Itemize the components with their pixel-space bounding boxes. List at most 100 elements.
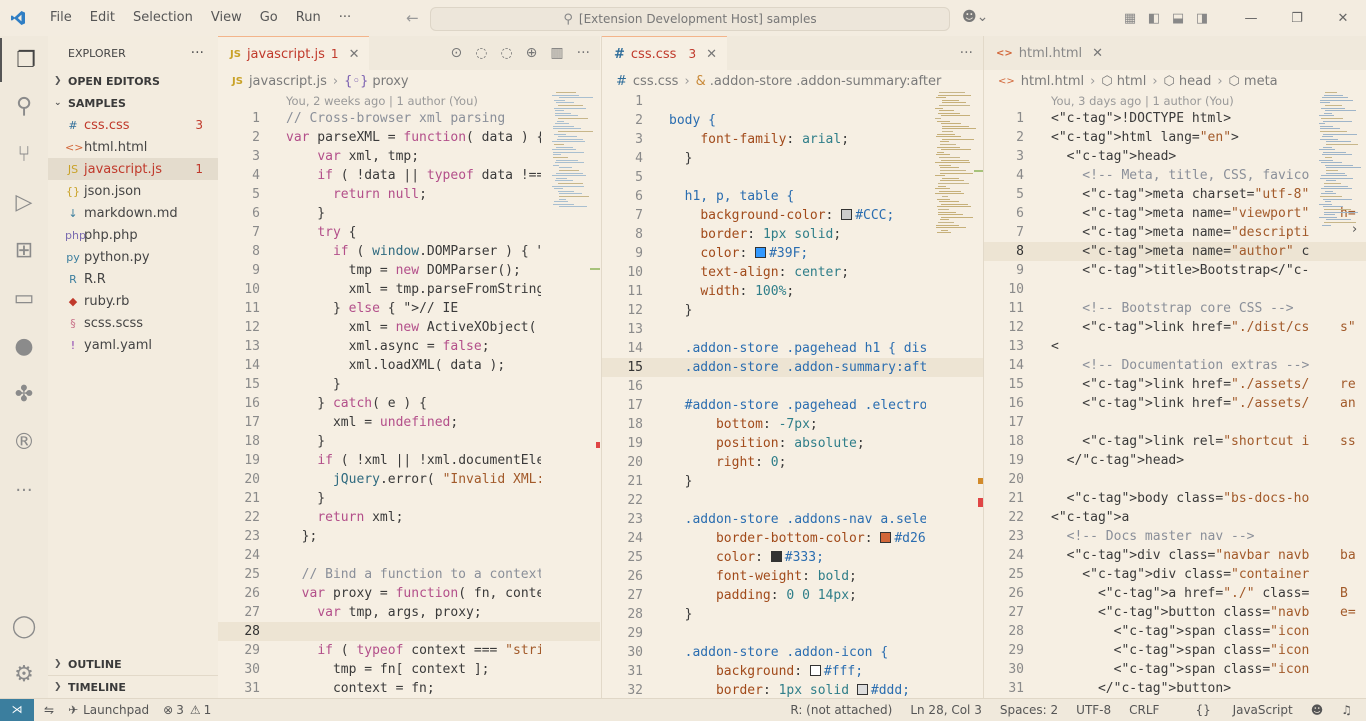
copilot-icon[interactable]: ☻⌄ bbox=[962, 9, 988, 25]
sync-icon[interactable]: ⇋ bbox=[44, 703, 54, 717]
language-mode[interactable]: {} JavaScript bbox=[1177, 703, 1292, 717]
close-icon[interactable]: ✕ bbox=[1320, 11, 1366, 26]
minimap[interactable] bbox=[935, 92, 983, 242]
close-tab-icon[interactable]: ✕ bbox=[349, 47, 360, 62]
account-icon[interactable]: ◯ bbox=[0, 604, 48, 648]
toggle-panel-icon[interactable]: ⬓ bbox=[1166, 11, 1190, 26]
restore-icon[interactable]: ❐ bbox=[1274, 11, 1320, 26]
problems-item[interactable]: ⊗ 3 ⚠ 1 bbox=[163, 703, 211, 717]
file-item[interactable]: ◆ ruby.rb bbox=[48, 290, 218, 312]
file-item[interactable]: {} json.json bbox=[48, 180, 218, 202]
section-outline[interactable]: ❯ OUTLINE bbox=[48, 653, 218, 675]
element-icon: ⬡ bbox=[1228, 73, 1240, 89]
color-swatch[interactable] bbox=[880, 532, 892, 543]
more-actions-icon[interactable]: ··· bbox=[960, 45, 973, 61]
customize-layout-icon[interactable]: ▦ bbox=[1118, 11, 1142, 26]
github-icon[interactable]: ● bbox=[0, 324, 48, 368]
line-ending[interactable]: CRLF bbox=[1129, 703, 1159, 717]
python-icon[interactable]: ✤ bbox=[0, 372, 48, 416]
menu-item[interactable]: Run bbox=[287, 0, 330, 36]
breadcrumb-meta[interactable]: meta bbox=[1244, 74, 1278, 89]
file-item[interactable]: # css.css 3 bbox=[48, 114, 218, 136]
minimap-line bbox=[939, 110, 954, 112]
code-text: border: 1px solid #ddd; bbox=[715, 683, 911, 698]
next-change-icon[interactable]: ◌ bbox=[500, 45, 512, 61]
explorer-icon[interactable]: ❐ bbox=[0, 38, 50, 82]
tab-javascript[interactable]: JS javascript.js 1 ✕ bbox=[218, 36, 370, 71]
minimap-line bbox=[941, 216, 973, 218]
codelens-author[interactable]: You, 3 days ago | 1 author (You) bbox=[984, 92, 1366, 109]
remote-indicator-icon[interactable]: ⋊ bbox=[0, 699, 34, 721]
source-control-icon[interactable]: ⑂ bbox=[0, 132, 48, 176]
color-swatch[interactable] bbox=[809, 665, 821, 676]
previous-change-icon[interactable]: ◌ bbox=[475, 45, 487, 61]
minimap-line bbox=[938, 211, 956, 213]
launchpad-item[interactable]: ✈ Launchpad bbox=[68, 703, 149, 717]
minimize-icon[interactable]: — bbox=[1228, 11, 1274, 26]
breadcrumb-symbol[interactable]: proxy bbox=[372, 74, 408, 89]
codelens-author[interactable]: You, 2 weeks ago | 1 author (You) bbox=[218, 92, 600, 109]
split-editor-icon[interactable]: ▥ bbox=[550, 45, 563, 61]
menu-item[interactable]: Go bbox=[251, 0, 287, 36]
close-tab-icon[interactable]: ✕ bbox=[1092, 46, 1103, 61]
toggle-sidebar-icon[interactable]: ◧ bbox=[1142, 11, 1166, 26]
menu-item[interactable]: ··· bbox=[330, 0, 360, 36]
minimap-line bbox=[1325, 201, 1331, 203]
more-actions-icon[interactable]: ··· bbox=[191, 45, 204, 61]
search-icon[interactable]: ⚲ bbox=[0, 84, 48, 128]
breadcrumb: <> html.html › ⬡ html › ⬡ head › ⬡ meta bbox=[984, 70, 1366, 92]
git-graph-icon[interactable]: ⊕ bbox=[526, 45, 538, 61]
r-icon[interactable]: ® bbox=[0, 420, 48, 464]
tab-html[interactable]: <> html.html ✕ bbox=[984, 36, 1114, 70]
file-item[interactable]: R R.R bbox=[48, 268, 218, 290]
copilot-status-icon[interactable]: ☻ bbox=[1311, 703, 1324, 717]
tab-css[interactable]: # css.css 3 ✕ bbox=[602, 36, 727, 71]
code-editor[interactable]: 1 // Cross-browser xml parsing 2 var parseX… bbox=[218, 109, 600, 698]
back-arrow-icon[interactable]: ← bbox=[406, 9, 419, 27]
more-actions-icon[interactable]: ··· bbox=[577, 45, 590, 61]
breadcrumb-head[interactable]: head bbox=[1179, 74, 1211, 89]
color-swatch[interactable] bbox=[841, 209, 853, 220]
command-center[interactable]: ⚲ [Extension Development Host] samples bbox=[430, 7, 950, 31]
menu-item[interactable]: View bbox=[202, 0, 251, 36]
file-item[interactable]: py python.py bbox=[48, 246, 218, 268]
code-text: .addon-store .addons-nav a.selec bbox=[669, 512, 926, 527]
breadcrumb-symbol[interactable]: .addon-store .addon-summary:after bbox=[710, 74, 942, 89]
encoding[interactable]: UTF-8 bbox=[1076, 703, 1111, 717]
breadcrumb-file[interactable]: javascript.js bbox=[249, 74, 327, 89]
r-status[interactable]: R: (not attached) bbox=[790, 703, 892, 717]
file-item[interactable]: JS javascript.js 1 bbox=[48, 158, 218, 180]
minimap[interactable] bbox=[552, 92, 600, 242]
code-editor[interactable]: 1 2 body {3 font-family: arial; 4 } 5 6 h1, p… bbox=[602, 92, 983, 698]
section-timeline[interactable]: ❯ TIMELINE bbox=[48, 675, 218, 698]
file-item[interactable]: <> html.html bbox=[48, 136, 218, 158]
menu-item[interactable]: File bbox=[41, 0, 81, 36]
more-icon[interactable]: ··· bbox=[0, 468, 48, 512]
breadcrumb-html[interactable]: html bbox=[1117, 74, 1147, 89]
color-swatch[interactable] bbox=[770, 551, 782, 562]
section-open-editors[interactable]: ❯ OPEN EDITORS bbox=[48, 70, 218, 92]
menu-item[interactable]: Selection bbox=[124, 0, 202, 36]
file-item[interactable]: ! yaml.yaml bbox=[48, 334, 218, 356]
file-item[interactable]: § scss.scss bbox=[48, 312, 218, 334]
settings-gear-icon[interactable]: ⚙ bbox=[0, 652, 48, 696]
notifications-bell-icon[interactable]: ♫ bbox=[1341, 703, 1352, 717]
breadcrumb-file[interactable]: html.html bbox=[1021, 74, 1084, 89]
close-tab-icon[interactable]: ✕ bbox=[706, 47, 717, 62]
section-samples[interactable]: ⌄ SAMPLES bbox=[48, 92, 218, 114]
color-swatch[interactable] bbox=[856, 684, 868, 695]
run-debug-icon[interactable]: ▷ bbox=[0, 180, 48, 224]
color-swatch[interactable] bbox=[755, 247, 767, 258]
breadcrumb-file[interactable]: css.css bbox=[633, 74, 679, 89]
minimap[interactable] bbox=[1319, 92, 1366, 242]
open-changes-icon[interactable]: ⊙ bbox=[451, 45, 463, 61]
toggle-secondary-sidebar-icon[interactable]: ◨ bbox=[1190, 11, 1214, 26]
cursor-position[interactable]: Ln 28, Col 3 bbox=[910, 703, 982, 717]
code-editor[interactable]: 1 <"c-tag">!DOCTYPE html> 2 <"c-tag">html l… bbox=[984, 109, 1366, 698]
file-item[interactable]: ↓ markdown.md bbox=[48, 202, 218, 224]
indentation[interactable]: Spaces: 2 bbox=[1000, 703, 1058, 717]
remote-explorer-icon[interactable]: ▭ bbox=[0, 276, 48, 320]
file-item[interactable]: php php.php bbox=[48, 224, 218, 246]
extensions-icon[interactable]: ⊞ bbox=[0, 228, 48, 272]
menu-item[interactable]: Edit bbox=[81, 0, 124, 36]
